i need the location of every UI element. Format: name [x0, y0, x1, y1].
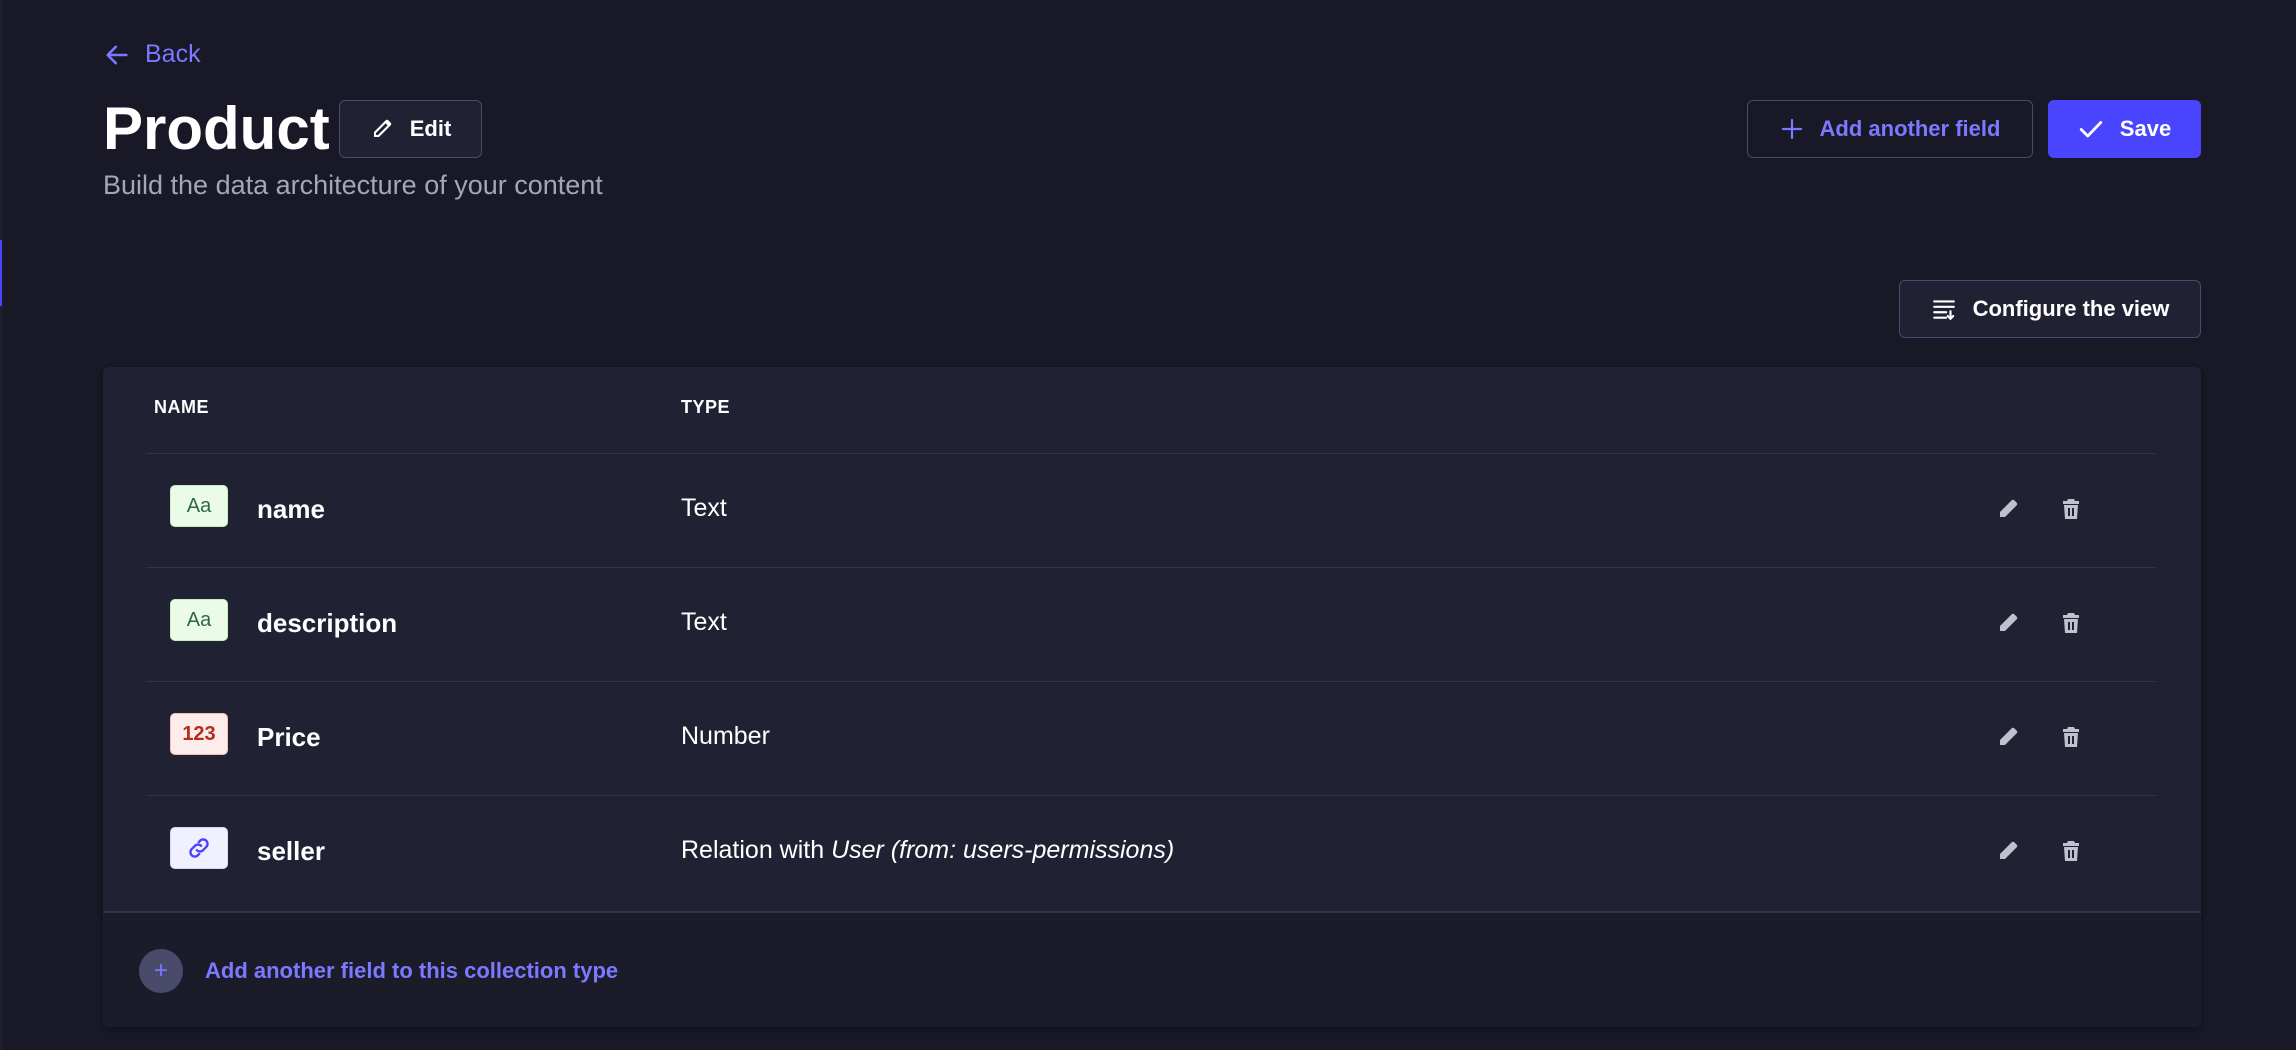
- page-title: Product: [103, 95, 330, 162]
- side-nav-active-marker: [0, 240, 2, 306]
- arrow-left-icon: [106, 45, 128, 64]
- edit-field-button[interactable]: [1991, 720, 2025, 754]
- trash-icon: [2063, 613, 2079, 633]
- edit-field-button[interactable]: [1991, 834, 2025, 868]
- column-header-name: NAME: [154, 397, 209, 417]
- add-field-to-collection-label: Add another field to this collection typ…: [205, 958, 619, 983]
- edit-label: Edit: [409, 116, 452, 141]
- column-header-type: TYPE: [681, 397, 731, 417]
- edit-field-button[interactable]: [1991, 492, 2025, 526]
- list-settings-icon: [1932, 300, 1955, 321]
- pencil-icon: [373, 119, 391, 137]
- field-name: name: [257, 494, 325, 524]
- delete-field-button[interactable]: [2054, 720, 2088, 754]
- text-field-icon: Aa: [170, 485, 228, 527]
- field-type: Text: [681, 608, 727, 636]
- save-label: Save: [2119, 116, 2172, 141]
- pencil-icon: [2000, 613, 2018, 631]
- table-row: 123 Price Number: [146, 681, 2156, 795]
- field-type: Number: [681, 722, 770, 750]
- field-name: Price: [257, 722, 321, 752]
- save-button[interactable]: Save: [2048, 100, 2201, 158]
- plus-circle-icon: +: [139, 949, 183, 993]
- table-row: seller Relation with User (from: users-p…: [146, 795, 2156, 909]
- number-field-icon: 123: [170, 713, 228, 755]
- delete-field-button[interactable]: [2054, 606, 2088, 640]
- text-field-icon: Aa: [170, 599, 228, 641]
- field-type: Relation with User (from: users-permissi…: [681, 836, 1175, 864]
- back-link[interactable]: Back: [103, 40, 201, 69]
- pencil-icon: [2000, 727, 2018, 745]
- delete-field-button[interactable]: [2054, 492, 2088, 526]
- check-icon: [2079, 121, 2102, 138]
- table-footer: + Add another field to this collection t…: [103, 911, 2201, 1027]
- edit-field-button[interactable]: [1991, 606, 2025, 640]
- side-nav-edge: [0, 0, 2, 1050]
- table-row: Aa description Text: [146, 567, 2156, 681]
- add-field-to-collection-button[interactable]: + Add another field to this collection t…: [139, 949, 618, 993]
- fields-table: NAME TYPE Aa name Text Aa description Te…: [103, 367, 2201, 1027]
- back-label: Back: [145, 40, 201, 68]
- relation-field-icon: [170, 827, 228, 869]
- trash-icon: [2063, 727, 2079, 747]
- configure-label: Configure the view: [1972, 296, 2170, 321]
- add-another-field-button[interactable]: Add another field: [1747, 100, 2033, 158]
- edit-content-type-button[interactable]: Edit: [339, 100, 482, 158]
- pencil-icon: [2000, 499, 2018, 517]
- table-row: Aa name Text: [146, 453, 2156, 567]
- field-name: seller: [257, 836, 325, 866]
- page-subtitle: Build the data architecture of your cont…: [103, 170, 603, 200]
- pencil-icon: [2000, 841, 2018, 859]
- link-icon: [189, 838, 209, 858]
- field-name: description: [257, 608, 398, 638]
- plus-icon: [1781, 118, 1802, 140]
- field-type: Text: [681, 494, 727, 522]
- trash-icon: [2063, 499, 2079, 519]
- relation-target: User (from: users-permissions): [831, 836, 1175, 864]
- table-header: NAME TYPE: [103, 367, 2201, 453]
- configure-the-view-button[interactable]: Configure the view: [1899, 280, 2201, 338]
- delete-field-button[interactable]: [2054, 834, 2088, 868]
- trash-icon: [2063, 841, 2079, 861]
- add-field-label: Add another field: [1819, 116, 2001, 141]
